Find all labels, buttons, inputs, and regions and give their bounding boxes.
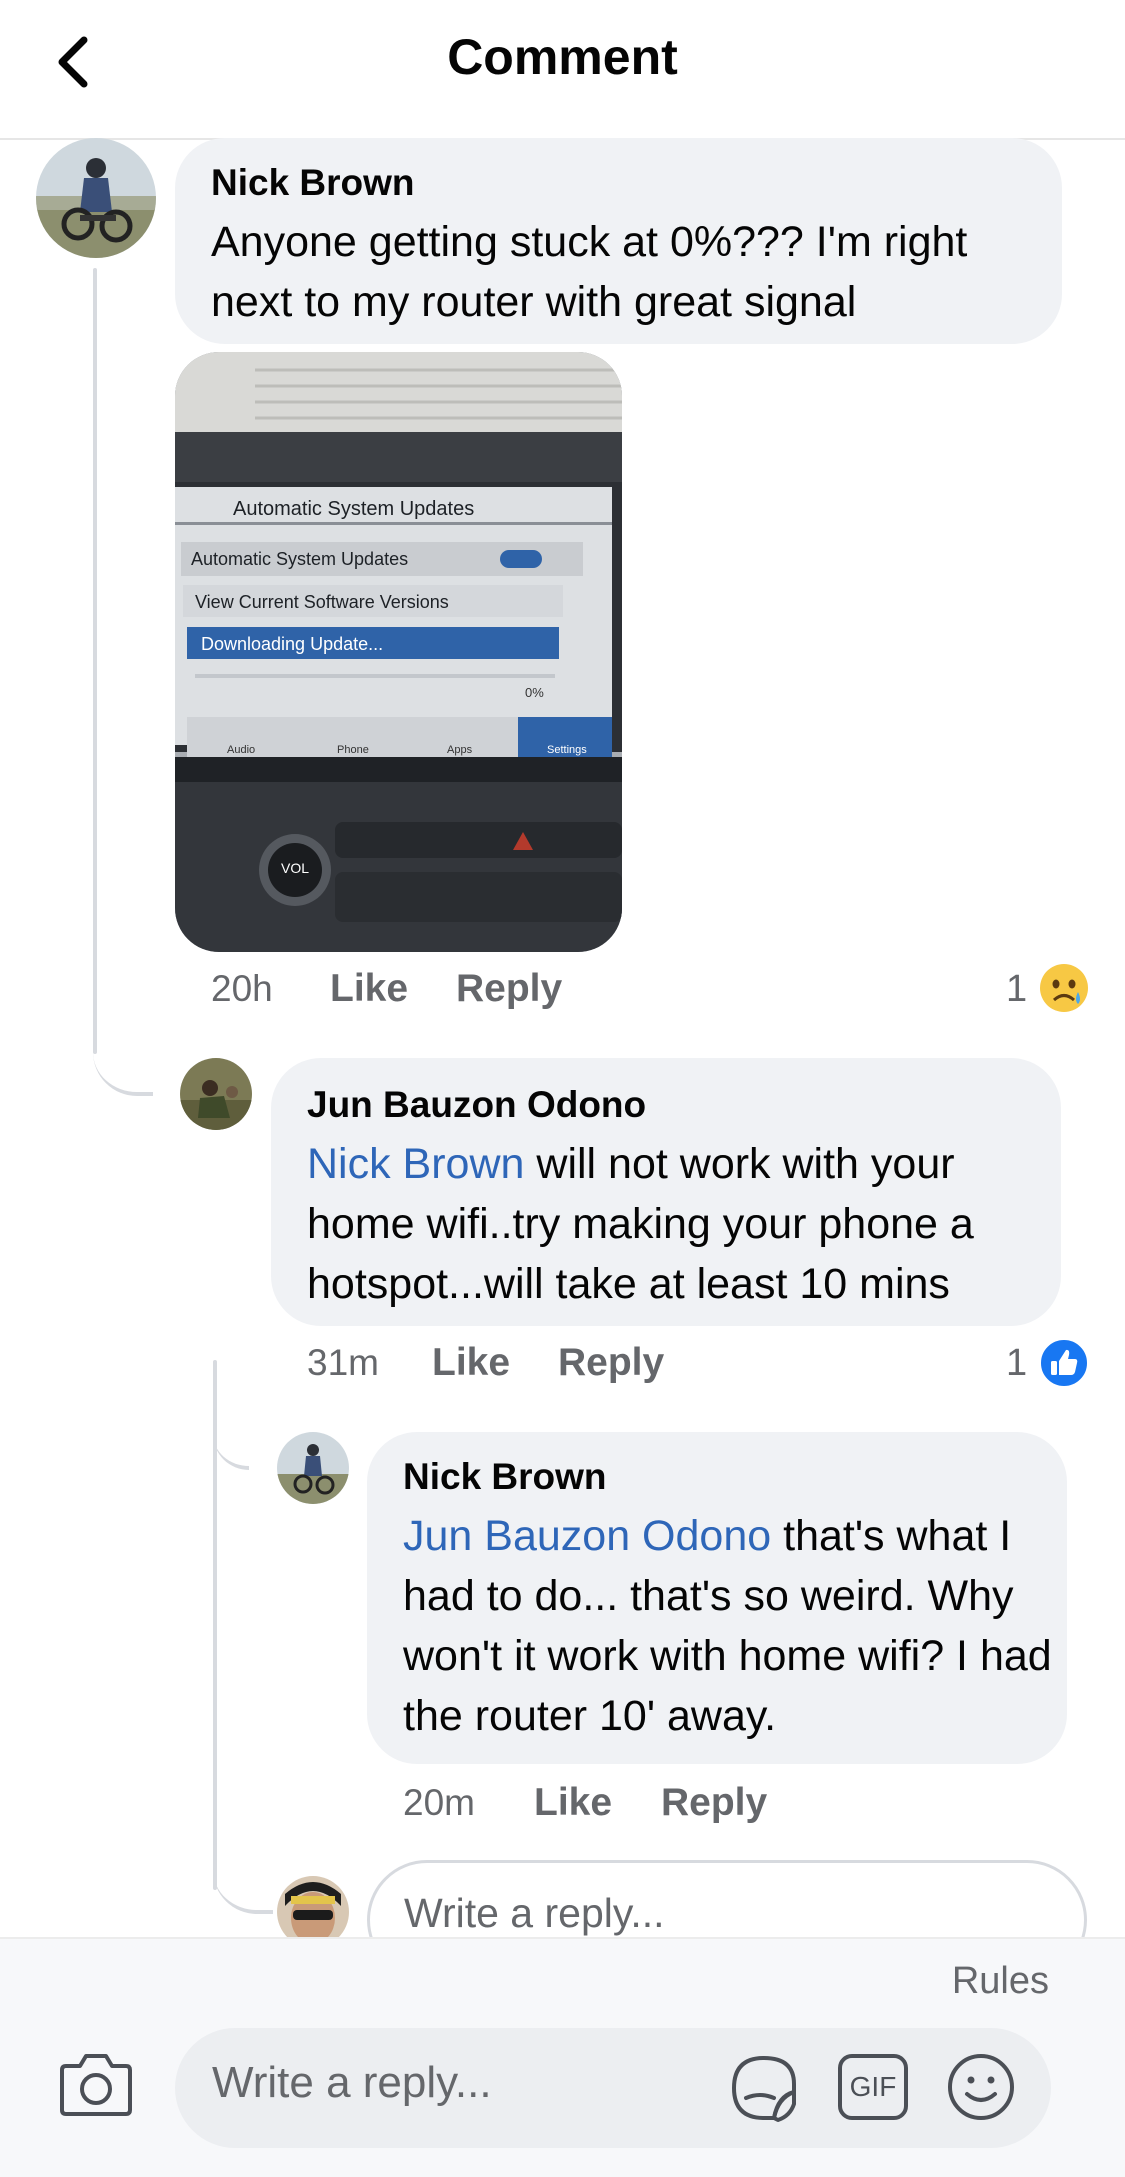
mention-link[interactable]: Jun Bauzon Odono	[403, 1512, 771, 1560]
camera-icon	[60, 2054, 132, 2116]
avatar[interactable]	[180, 1058, 252, 1130]
photo-row-1: Automatic System Updates	[191, 549, 409, 569]
comment-author[interactable]: Nick Brown	[403, 1456, 607, 1498]
camera-button[interactable]	[58, 2048, 134, 2120]
thread-curve	[93, 1010, 153, 1096]
sad-emoji-icon	[1040, 964, 1088, 1012]
comment-text: Jun Bauzon Odono that's what I had to do…	[403, 1506, 1053, 1746]
like-button[interactable]: Like	[534, 1781, 612, 1825]
mention-link[interactable]: Nick Brown	[307, 1140, 524, 1188]
photo-tab-phone: Phone	[337, 744, 369, 756]
avatar[interactable]	[277, 1432, 349, 1504]
reaction-count[interactable]: 1	[1006, 1342, 1027, 1385]
photo-screen-title: Automatic System Updates	[233, 498, 475, 520]
reaction-count[interactable]: 1	[1006, 968, 1027, 1011]
photo-progress: 0%	[525, 685, 544, 700]
like-button[interactable]: Like	[432, 1341, 510, 1385]
comment-time: 31m	[307, 1342, 379, 1383]
page-title: Comment	[447, 29, 678, 85]
thread-line	[93, 268, 97, 1054]
gif-button[interactable]: GIF	[838, 2054, 908, 2120]
like-thumb-icon	[1039, 1338, 1089, 1388]
avatar-image	[277, 1432, 349, 1504]
photo-tab-apps: Apps	[447, 744, 473, 756]
comment-time: 20m	[403, 1782, 475, 1823]
sticker-icon[interactable]	[728, 2052, 802, 2126]
comment-author[interactable]: Nick Brown	[211, 162, 415, 204]
photo-knob-label: VOL	[281, 860, 310, 876]
comment-photo[interactable]: Automatic System Updates Automatic Syste…	[175, 352, 622, 952]
comment-text: Anyone getting stuck at 0%??? I'm right …	[211, 218, 968, 326]
avatar-image	[180, 1058, 252, 1130]
photo-row-2: View Current Software Versions	[195, 592, 449, 612]
comment-text: Nick Brown will not work with your home …	[307, 1134, 1047, 1314]
thread-curve-2	[213, 1410, 249, 1470]
comment-author[interactable]: Jun Bauzon Odono	[307, 1084, 646, 1126]
reply-button[interactable]: Reply	[661, 1781, 767, 1825]
photo-tab-audio: Audio	[227, 744, 256, 756]
comment-time: 20h	[211, 968, 273, 1009]
reply-button[interactable]: Reply	[456, 967, 562, 1011]
composer-placeholder: Write a reply...	[212, 2058, 492, 2107]
avatar[interactable]	[36, 138, 156, 258]
photo-row-3: Downloading Update...	[201, 634, 384, 654]
photo-tab-settings: Settings	[547, 744, 587, 756]
thread-curve-3	[213, 1870, 273, 1914]
reply-button[interactable]: Reply	[558, 1341, 664, 1385]
avatar-image	[36, 138, 156, 258]
emoji-icon[interactable]	[946, 2052, 1016, 2122]
like-button[interactable]: Like	[330, 967, 408, 1011]
rules-link[interactable]: Rules	[952, 1960, 1049, 2003]
inline-reply-placeholder: Write a reply...	[404, 1890, 665, 1936]
